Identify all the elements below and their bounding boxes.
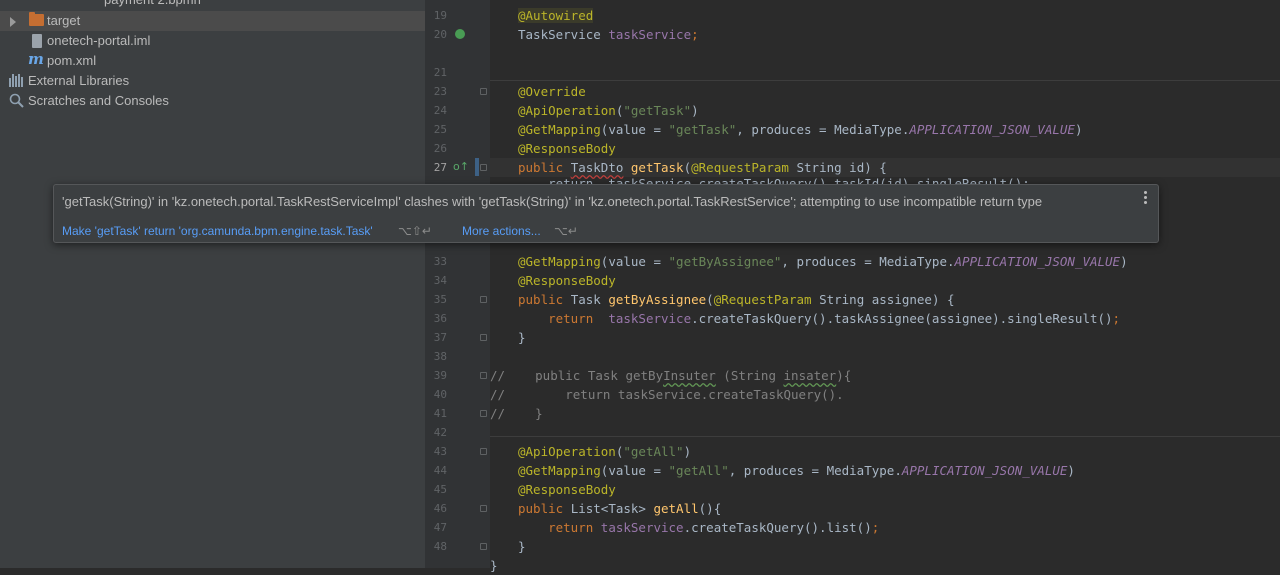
override-method-icon[interactable]: o↑: [453, 160, 469, 173]
code-line-45[interactable]: public List<Task> getAll(){: [518, 499, 721, 518]
tree-item-label: payment 2.bpmn: [104, 0, 201, 10]
editor-gutter: 19 20 21 22 23 24 25 26 27 33 34 35 36 3…: [425, 0, 490, 568]
tree-item-label: Scratches and Consoles: [28, 93, 169, 108]
fold-toggle-icon[interactable]: [480, 543, 487, 550]
quick-fix-shortcut: ⌥⇧↵: [398, 224, 432, 238]
tree-item-label: target: [47, 13, 81, 28]
line-number: 24: [433, 104, 447, 117]
line-number: 19: [433, 9, 447, 22]
fold-toggle-icon[interactable]: [480, 448, 487, 455]
tree-item-pom[interactable]: m pom.xml: [0, 50, 425, 71]
code-line-44[interactable]: @ResponseBody: [518, 480, 616, 499]
code-line-38[interactable]: // public Task getByInsuter (String insa…: [490, 366, 851, 385]
line-number: 47: [433, 521, 447, 534]
line-number: 43: [433, 445, 447, 458]
line-number: 46: [433, 502, 447, 515]
line-number: 48: [433, 540, 447, 553]
line-number: 39: [433, 369, 447, 382]
line-number: 41: [433, 407, 447, 420]
quick-fix-link[interactable]: Make 'getTask' return 'org.camunda.bpm.e…: [62, 224, 373, 238]
code-line-20[interactable]: TaskService taskService;: [518, 25, 699, 44]
fold-toggle-icon[interactable]: [480, 164, 487, 171]
line-number: 45: [433, 483, 447, 496]
line-number: 33: [433, 255, 447, 268]
line-number: 44: [433, 464, 447, 477]
code-line-42[interactable]: @ApiOperation("getAll"): [518, 442, 691, 461]
tree-item-scratches[interactable]: Scratches and Consoles: [0, 91, 425, 111]
line-number: 27: [433, 161, 447, 174]
fold-toggle-icon[interactable]: [480, 334, 487, 341]
tree-item-payment-2-bpmn[interactable]: payment 2.bpmn: [0, 0, 425, 10]
line-number: 40: [433, 388, 447, 401]
fold-toggle-icon[interactable]: [480, 296, 487, 303]
line-number: 38: [433, 350, 447, 363]
line-number: 34: [433, 274, 447, 287]
method-separator: [490, 80, 1280, 81]
tree-item-label: External Libraries: [28, 73, 130, 88]
line-number: 35: [433, 293, 447, 306]
code-line-34[interactable]: public Task getByAssignee(@RequestParam …: [518, 290, 955, 309]
error-marker: [475, 158, 479, 176]
line-number: 23: [433, 85, 447, 98]
code-line-35[interactable]: return taskService.createTaskQuery().tas…: [518, 309, 1120, 328]
code-line-39[interactable]: // return taskService.createTaskQuery().: [490, 385, 844, 404]
maven-icon: m: [28, 50, 44, 68]
code-line-48[interactable]: }: [490, 556, 498, 575]
more-options-icon[interactable]: [1141, 191, 1149, 206]
expand-arrow-icon[interactable]: [10, 17, 16, 27]
code-line-36[interactable]: }: [518, 328, 526, 347]
folder-icon: [29, 12, 44, 26]
code-line-24[interactable]: @ApiOperation("getTask"): [518, 101, 699, 120]
tree-item-external-libraries[interactable]: External Libraries: [0, 71, 425, 91]
line-number: 21: [433, 66, 447, 79]
line-number: 26: [433, 142, 447, 155]
line-number: 25: [433, 123, 447, 136]
tree-item-target[interactable]: target: [0, 11, 425, 31]
line-number: 42: [433, 426, 447, 439]
fold-toggle-icon[interactable]: [480, 372, 487, 379]
iml-file-icon: [32, 34, 42, 48]
fold-toggle-icon[interactable]: [480, 410, 487, 417]
error-message: 'getTask(String)' in 'kz.onetech.portal.…: [62, 194, 1043, 209]
line-number: 20: [433, 28, 447, 41]
autowired-bean-icon[interactable]: [455, 29, 465, 39]
line-number: 36: [433, 312, 447, 325]
error-tooltip-popup: 'getTask(String)' in 'kz.onetech.portal.…: [53, 184, 1159, 243]
tree-item-iml[interactable]: onetech-portal.iml: [0, 31, 425, 51]
tree-item-label: onetech-portal.iml: [47, 33, 151, 48]
more-actions-link[interactable]: More actions...: [462, 224, 541, 238]
code-line-26[interactable]: @ResponseBody: [518, 139, 616, 158]
code-line-46[interactable]: return taskService.createTaskQuery().lis…: [518, 518, 879, 537]
tree-item-label: pom.xml: [47, 53, 97, 68]
code-line-28[interactable]: return taskService.createTaskQuery().tas…: [518, 174, 1030, 184]
scratches-icon: [9, 93, 24, 108]
project-tool-window: payment 2.bpmn target onetech-portal.iml…: [0, 0, 425, 568]
code-editor[interactable]: 19 20 21 22 23 24 25 26 27 33 34 35 36 3…: [425, 0, 1280, 573]
code-line-19[interactable]: @Autowired: [518, 6, 594, 25]
line-number: 37: [433, 331, 447, 344]
libraries-icon: [9, 74, 24, 87]
code-line-47[interactable]: }: [518, 537, 526, 556]
code-line-32[interactable]: @GetMapping(value = "getByAssignee", pro…: [518, 252, 1128, 271]
fold-toggle-icon[interactable]: [480, 88, 487, 95]
code-line-25[interactable]: @GetMapping(value = "getTask", produces …: [518, 120, 1082, 139]
code-line-23[interactable]: @Override: [518, 82, 586, 101]
code-line-43[interactable]: @GetMapping(value = "getAll", produces =…: [518, 461, 1075, 480]
code-line-33[interactable]: @ResponseBody: [518, 271, 616, 290]
code-line-40[interactable]: // }: [490, 404, 543, 423]
more-actions-shortcut: ⌥↵: [554, 224, 578, 238]
method-separator: [490, 436, 1280, 437]
fold-toggle-icon[interactable]: [480, 505, 487, 512]
